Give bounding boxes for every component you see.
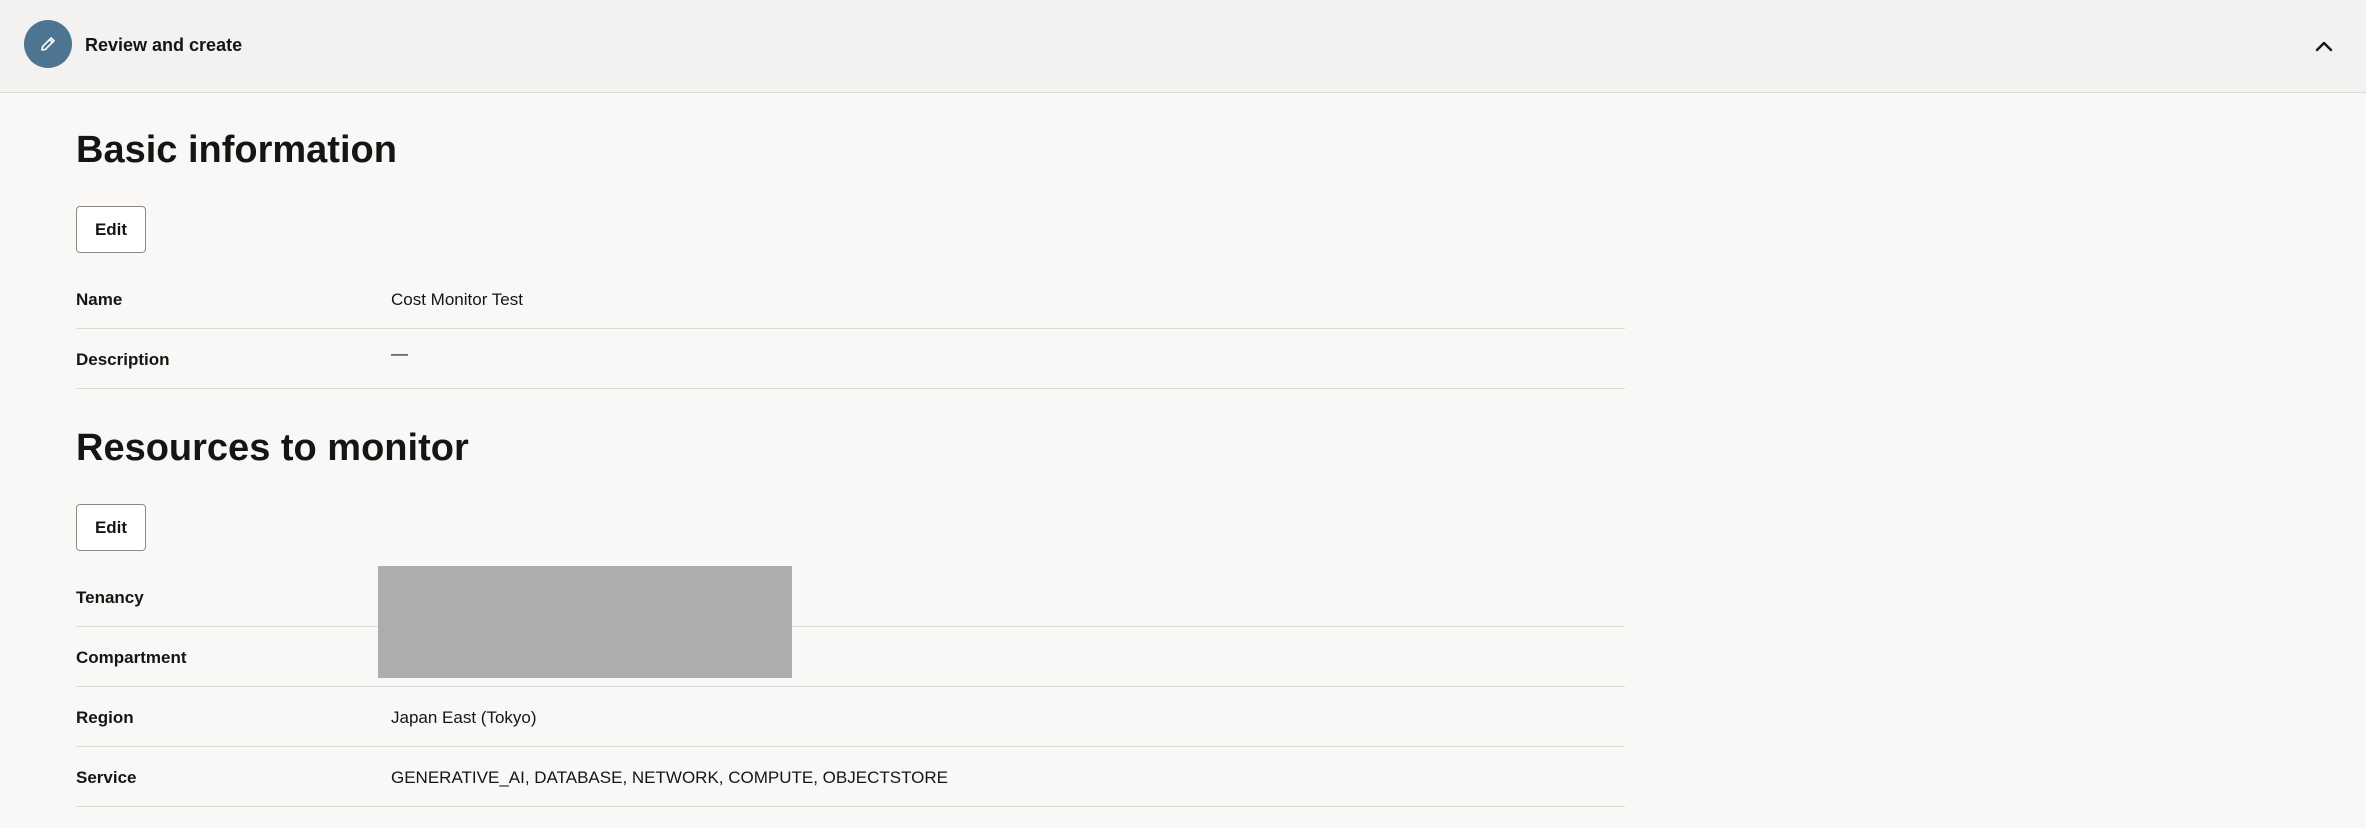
name-label: Name <box>76 289 123 309</box>
pencil-icon <box>24 20 72 68</box>
service-row: Service GENERATIVE_AI, DATABASE, NETWORK… <box>76 748 1625 807</box>
service-value: GENERATIVE_AI, DATABASE, NETWORK, COMPUT… <box>391 767 948 787</box>
tenancy-label: Tenancy <box>76 587 144 607</box>
step-header[interactable]: Review and create <box>0 0 2366 93</box>
service-label: Service <box>76 767 137 787</box>
description-row: Description — <box>76 330 1625 389</box>
edit-basic-information-button[interactable]: Edit <box>76 206 146 253</box>
region-label: Region <box>76 707 134 727</box>
description-value: — <box>391 343 408 363</box>
basic-information-heading: Basic information <box>76 129 397 171</box>
compartment-row: Compartment <box>76 628 1625 687</box>
name-row: Name Cost Monitor Test <box>76 270 1625 329</box>
compartment-label: Compartment <box>76 647 187 667</box>
chevron-up-icon[interactable] <box>2306 28 2342 64</box>
resources-to-monitor-heading: Resources to monitor <box>76 427 469 469</box>
step-title: Review and create <box>85 35 243 55</box>
region-row: Region Japan East (Tokyo) <box>76 688 1625 747</box>
redacted-block <box>378 566 792 678</box>
description-label: Description <box>76 349 170 369</box>
region-value: Japan East (Tokyo) <box>391 707 537 727</box>
tenancy-row: Tenancy <box>76 568 1625 627</box>
name-value: Cost Monitor Test <box>391 289 523 309</box>
edit-resources-button[interactable]: Edit <box>76 504 146 551</box>
